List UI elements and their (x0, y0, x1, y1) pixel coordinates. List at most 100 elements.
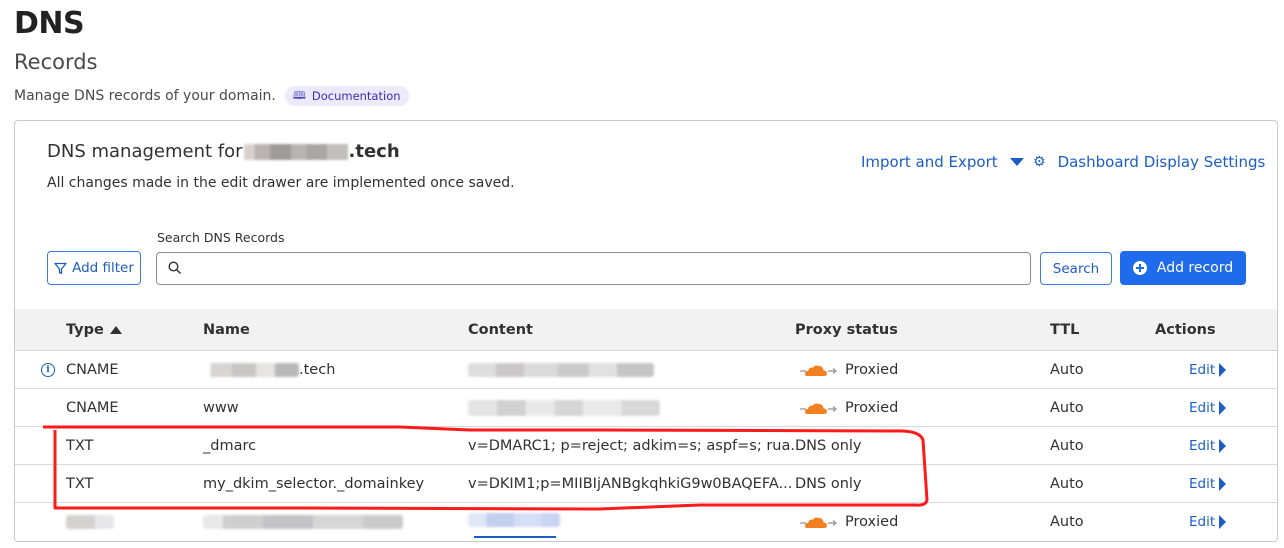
redacted-name (203, 362, 299, 377)
add-record-label: Add record (1156, 260, 1234, 276)
caret-right-icon (1219, 400, 1227, 415)
proxied-cloud-icon (800, 517, 838, 528)
record-name: my_dkim_selector._domainkey (203, 475, 425, 492)
edit-button[interactable]: Edit (1189, 437, 1227, 454)
proxied-cloud-icon (800, 365, 838, 376)
caret-down-icon (1009, 158, 1024, 166)
column-header-type[interactable]: Type (66, 309, 122, 350)
record-ttl: Auto (1050, 399, 1084, 416)
search-input[interactable] (191, 253, 1021, 284)
add-record-button[interactable]: Add record (1120, 251, 1246, 285)
proxy-status: Proxied (795, 503, 898, 541)
record-content: v=DMARC1; p=reject; adkim=s; aspf=s; rua… (468, 437, 805, 454)
search-icon (168, 261, 182, 275)
page-subtitle: Records (14, 50, 98, 74)
record-name: _dmarc (203, 437, 257, 454)
table-row[interactable]: TXT my_dkim_selector._domainkey v=DKIM1;… (15, 465, 1277, 503)
dashboard-display-settings-link[interactable]: ⚙ Dashboard Display Settings (1033, 153, 1265, 171)
documentation-link[interactable]: 🕮︎ Documentation (284, 86, 409, 106)
caret-right-icon (1219, 438, 1227, 453)
column-header-actions: Actions (1155, 321, 1216, 338)
edit-button[interactable]: Edit (1189, 475, 1227, 492)
add-filter-label: Add filter (72, 260, 134, 276)
record-name: .tech (203, 351, 335, 388)
table-header: Type Name Content Proxy status TTL Actio… (15, 309, 1277, 351)
edit-button[interactable]: Edit (1189, 361, 1227, 378)
record-type: TXT (66, 475, 94, 492)
record-ttl: Auto (1050, 437, 1084, 454)
info-icon[interactable]: i (41, 363, 55, 377)
edit-label: Edit (1189, 475, 1216, 492)
dns-records-table: Type Name Content Proxy status TTL Actio… (15, 309, 1277, 541)
table-row[interactable]: TXT _dmarc v=DMARC1; p=reject; adkim=s; … (15, 427, 1277, 465)
edit-button[interactable]: Edit (1189, 514, 1227, 530)
search-button[interactable]: Search (1040, 252, 1112, 285)
proxied-cloud-icon (800, 403, 838, 414)
card-title-prefix: DNS management for (47, 141, 243, 162)
proxy-status: Proxied (795, 389, 898, 426)
proxy-status-label: Proxied (845, 361, 899, 378)
plus-circle-icon (1132, 261, 1147, 275)
record-name-suffix: .tech (299, 361, 336, 378)
record-ttl: Auto (1050, 514, 1084, 530)
search-label: Search DNS Records (157, 230, 285, 245)
table-row[interactable]: Proxied Auto Edit (15, 503, 1277, 541)
record-type: TXT (66, 437, 94, 454)
gear-icon: ⚙ (1033, 154, 1046, 170)
search-dns-records-field[interactable] (156, 252, 1031, 285)
redacted-name (203, 515, 403, 529)
sort-ascending-icon (109, 325, 122, 334)
table-row[interactable]: i CNAME .tech Proxied Auto Edit (15, 351, 1277, 389)
redacted-content (468, 362, 654, 377)
record-type (66, 503, 114, 541)
card-title-suffix: .tech (348, 141, 400, 162)
documentation-label: Documentation (311, 89, 401, 103)
record-content: v=DKIM1;p=MIIBIjANBgkqhkiG9w0BAQEFA... (468, 475, 793, 492)
redacted-content-link[interactable] (468, 513, 560, 527)
add-filter-button[interactable]: Add filter (47, 251, 141, 285)
column-header-name[interactable]: Name (203, 309, 250, 350)
import-export-label: Import and Export (861, 153, 998, 171)
column-header-type-label: Type (66, 321, 104, 338)
record-content (468, 503, 560, 541)
record-content (468, 389, 660, 426)
caret-right-icon (1219, 362, 1227, 377)
record-ttl: Auto (1050, 475, 1084, 492)
edit-button[interactable]: Edit (1189, 399, 1227, 416)
edit-label: Edit (1189, 437, 1216, 454)
record-type: CNAME (66, 399, 119, 416)
dns-management-card: DNS management for .tech All changes mad… (14, 120, 1278, 542)
page-description-text: Manage DNS records of your domain. (14, 88, 276, 104)
record-content (468, 351, 654, 388)
proxy-status: Proxied (795, 351, 898, 388)
proxy-status-label: Proxied (845, 399, 899, 416)
record-name: www (203, 399, 239, 416)
redacted-type (66, 515, 114, 529)
proxy-status: DNS only (795, 437, 862, 454)
record-ttl: Auto (1050, 361, 1084, 378)
import-export-dropdown[interactable]: Import and Export (861, 153, 1024, 171)
redacted-content (468, 399, 660, 416)
redacted-domain (243, 143, 348, 160)
page-title: DNS (14, 6, 85, 41)
column-header-ttl[interactable]: TTL (1050, 309, 1079, 350)
display-settings-label: Dashboard Display Settings (1057, 153, 1266, 171)
proxy-status: DNS only (795, 475, 862, 492)
edit-label: Edit (1189, 514, 1216, 530)
column-header-content[interactable]: Content (468, 309, 533, 350)
edit-label: Edit (1189, 361, 1216, 378)
caret-right-icon (1219, 515, 1227, 529)
filter-icon (54, 262, 67, 274)
caret-right-icon (1219, 476, 1227, 491)
page-description: Manage DNS records of your domain. 🕮︎ Do… (14, 86, 409, 106)
record-type: CNAME (66, 361, 119, 378)
record-name (203, 503, 403, 541)
edit-label: Edit (1189, 399, 1216, 416)
book-icon: 🕮︎ (292, 88, 306, 102)
card-title: DNS management for .tech (47, 141, 400, 162)
table-row[interactable]: CNAME www Proxied Auto Edit (15, 389, 1277, 427)
link-underline (474, 536, 556, 538)
column-header-proxy-status[interactable]: Proxy status (795, 309, 898, 350)
card-description: All changes made in the edit drawer are … (47, 175, 515, 191)
proxy-status-label: Proxied (845, 514, 899, 530)
